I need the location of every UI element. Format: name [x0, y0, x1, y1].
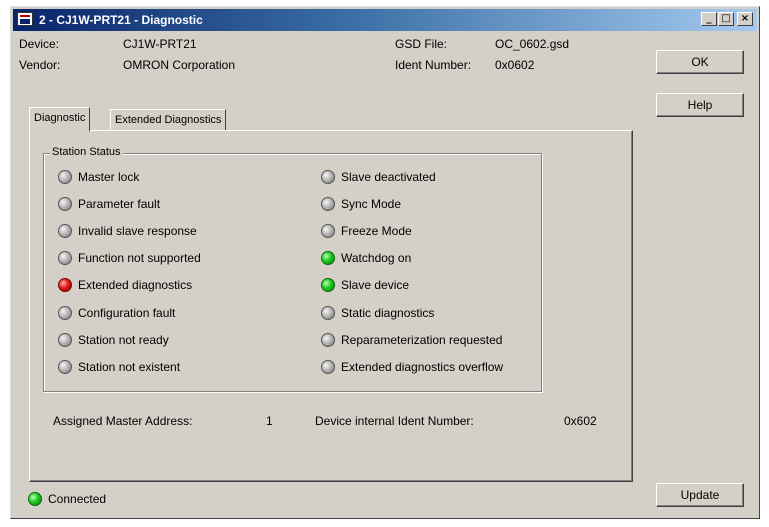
status-led-icon [321, 251, 335, 266]
station-status-item: Invalid slave response [58, 223, 197, 239]
gsd-file-value: OC_0602.gsd [495, 37, 570, 51]
app-icon [17, 12, 33, 26]
status-label: Watchdog on [341, 251, 412, 266]
device-value: CJ1W-PRT21 [123, 37, 197, 51]
status-label: Extended diagnostics overflow [341, 359, 504, 374]
status-label: Slave deactivated [341, 170, 436, 184]
status-led-icon [58, 305, 72, 320]
status-led-icon [321, 224, 335, 239]
status-led-icon [58, 359, 72, 374]
update-button[interactable]: Update [656, 483, 744, 507]
title-bar[interactable]: 2 - CJ1W-PRT21 - Diagnostic _ □ × [13, 9, 757, 31]
status-label: Slave device [341, 278, 410, 293]
connection-status: Connected [28, 491, 106, 507]
station-status-item: Freeze Mode [321, 223, 412, 239]
status-label: Reparameterization requested [341, 332, 503, 347]
station-status-title: Station Status [50, 146, 123, 158]
status-label: Parameter fault [78, 197, 161, 212]
station-status-item: Parameter fault [58, 196, 160, 212]
status-led-icon [321, 278, 335, 293]
station-status-item: Slave device [321, 277, 409, 293]
status-led-icon [58, 170, 72, 184]
station-status-item: Configuration fault [58, 305, 175, 321]
connection-led-icon [28, 492, 42, 506]
station-status-item: Extended diagnostics [58, 277, 192, 293]
status-label: Master lock [78, 170, 140, 184]
diagnostic-tab-panel: Station Status Master lock Parameter faul… [29, 130, 633, 482]
station-status-item: Slave deactivated [321, 169, 436, 185]
status-label: Configuration fault [78, 305, 176, 320]
station-status-item: Extended diagnostics overflow [321, 359, 503, 375]
ok-button[interactable]: OK [656, 50, 744, 74]
status-label: Sync Mode [341, 197, 402, 212]
connection-label: Connected [48, 492, 107, 506]
ident-number-label: Ident Number: [395, 58, 472, 72]
window-controls: _ □ × [700, 12, 753, 26]
status-led-icon [58, 251, 72, 266]
window-title: 2 - CJ1W-PRT21 - Diagnostic [39, 13, 203, 27]
station-status-item: Static diagnostics [321, 305, 434, 321]
station-status-item: Function not supported [58, 250, 201, 266]
vendor-label: Vendor: [19, 58, 61, 72]
station-status-item: Station not existent [58, 359, 180, 375]
diagnostic-dialog: 2 - CJ1W-PRT21 - Diagnostic _ □ × Device… [10, 6, 760, 519]
device-label: Device: [19, 37, 60, 51]
vendor-value: OMRON Corporation [123, 58, 236, 72]
status-label: Extended diagnostics [78, 278, 193, 293]
status-led-icon [58, 197, 72, 212]
tab-extended-diagnostics[interactable]: Extended Diagnostics [110, 109, 227, 131]
status-label: Station not existent [78, 359, 181, 374]
maximize-button[interactable]: □ [718, 12, 734, 26]
station-status-item: Reparameterization requested [321, 332, 502, 348]
gsd-file-label: GSD File: [395, 37, 448, 51]
status-led-icon [321, 170, 335, 184]
station-status-item: Master lock [58, 169, 139, 185]
ident-number-value: 0x0602 [495, 58, 535, 72]
status-label: Invalid slave response [78, 224, 197, 239]
station-status-group: Station Status [43, 146, 542, 392]
station-status-item: Watchdog on [321, 250, 411, 266]
minimize-button[interactable]: _ [701, 12, 717, 26]
status-led-icon [321, 359, 335, 374]
tab-diagnostic[interactable]: Diagnostic [29, 107, 91, 131]
device-ident-value: 0x602 [564, 414, 597, 428]
device-ident-label: Device internal Ident Number: [315, 414, 474, 428]
status-led-icon [321, 305, 335, 320]
status-led-icon [58, 278, 72, 293]
master-address-value: 1 [266, 414, 273, 428]
status-led-icon [321, 332, 335, 347]
status-led-icon [321, 197, 335, 212]
station-status-item: Station not ready [58, 332, 169, 348]
status-label: Function not supported [78, 251, 201, 266]
station-status-item: Sync Mode [321, 196, 401, 212]
help-button[interactable]: Help [656, 93, 744, 117]
close-button[interactable]: × [737, 12, 753, 26]
status-label: Station not ready [78, 332, 169, 347]
status-led-icon [58, 224, 72, 239]
master-address-label: Assigned Master Address: [53, 414, 193, 428]
status-led-icon [58, 332, 72, 347]
status-label: Static diagnostics [341, 305, 435, 320]
status-label: Freeze Mode [341, 224, 412, 239]
